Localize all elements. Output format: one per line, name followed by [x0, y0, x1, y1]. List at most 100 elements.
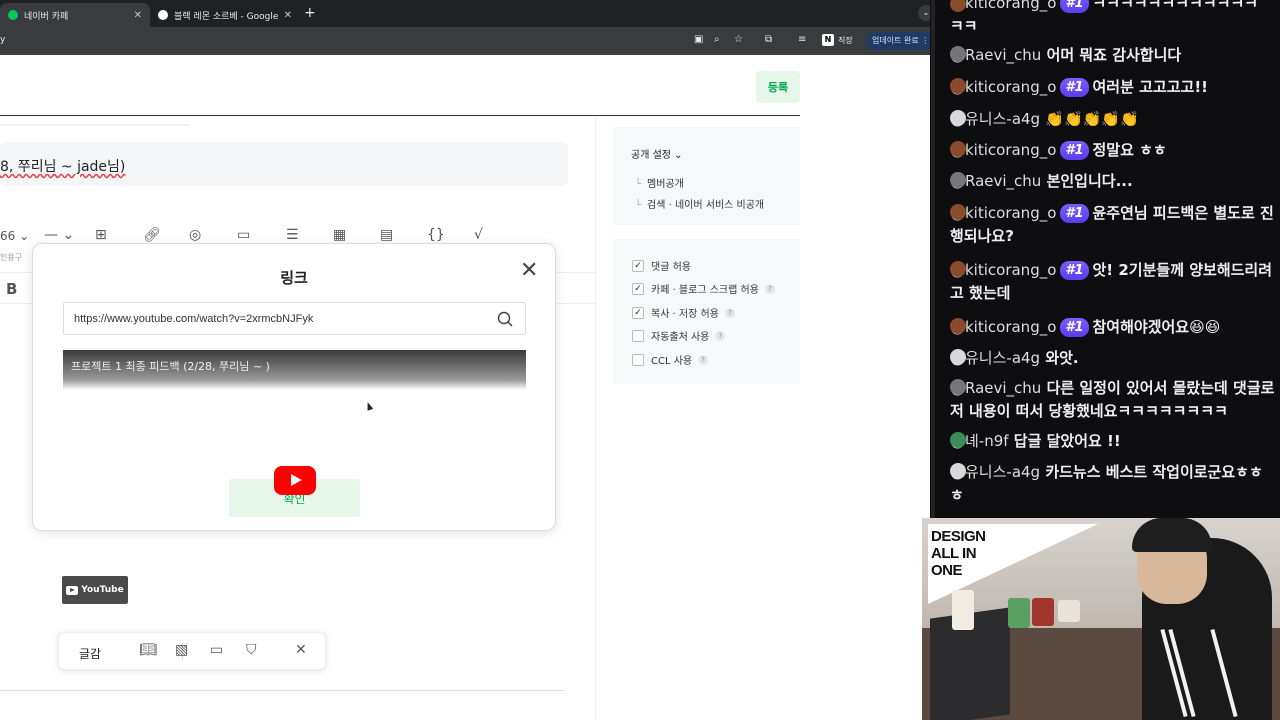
tab-google-search[interactable]: 블랙 레몬 소르베 - Google 검색 ✕ — [150, 3, 300, 27]
visibility-panel: 공개 설정 ⌄ └ 멤버공개 └ 검색 · 네이버 서비스 비공개 — [613, 127, 800, 225]
google-favicon-icon — [158, 10, 168, 20]
chat-text: 와앗. — [1045, 349, 1079, 367]
ticket-icon[interactable]: ▭ — [210, 642, 223, 658]
content-divider — [0, 690, 565, 691]
book-icon[interactable]: 📖︎ — [139, 642, 157, 658]
board-select-divider — [0, 124, 190, 126]
member-badge: #1 — [1060, 261, 1089, 280]
visibility-option[interactable]: └ 멤버공개 — [635, 175, 684, 190]
movie-icon[interactable]: ▧ — [175, 642, 188, 658]
bold-button[interactable]: B — [6, 280, 17, 298]
checkbox-icon[interactable]: ✓ — [632, 282, 644, 295]
close-icon[interactable]: ✕ — [134, 10, 142, 21]
code-icon[interactable]: {} — [427, 227, 445, 243]
profile-button[interactable]: N 직장 — [822, 34, 853, 46]
checkbox-ccl[interactable]: CCL 사용 ? — [632, 352, 709, 367]
chat-message: @kiticorang_o #1 여러분 고고고고!! — [950, 76, 1275, 99]
member-badge: #1 — [1060, 78, 1089, 97]
font-size-value: 66 — [0, 229, 16, 243]
close-icon[interactable]: ✕ — [295, 642, 307, 658]
shopping-bag-icon[interactable]: ⛉ — [246, 642, 257, 658]
poster-text: DESIGN ALL IN ONE — [931, 528, 986, 579]
chat-message: @Raevi_chu 다른 일정이 있어서 몰랐는데 댓글로 저 내용이 떠서 … — [950, 377, 1275, 423]
visibility-title[interactable]: 공개 설정 ⌄ — [631, 146, 683, 161]
screenshot-icon[interactable]: ▣ — [694, 34, 703, 45]
help-icon[interactable]: ? — [764, 283, 775, 294]
url-input[interactable] — [63, 302, 526, 335]
chat-text: 본인입니다... — [1046, 172, 1133, 190]
webcam-cup — [952, 590, 974, 630]
checkbox-auto-source[interactable]: 자동출처 사용 ? — [632, 328, 726, 343]
chat-text: 👏👏👏👏👏 — [1045, 110, 1139, 128]
table-icon[interactable]: ▤ — [380, 227, 393, 243]
checkbox-icon[interactable] — [632, 353, 644, 366]
webcam-bottle — [1008, 598, 1030, 628]
address-bar[interactable]: y — [0, 35, 5, 45]
checkbox-label: 댓글 허용 — [651, 262, 691, 273]
checkbox-label: 카페 · 블로그 스크랩 허용 — [651, 285, 759, 296]
update-label: 업데이트 완료 — [872, 36, 919, 45]
tab-naver-cafe[interactable]: 네이버 카페 ✕ — [0, 3, 150, 27]
image-icon[interactable]: ▭ — [237, 227, 250, 243]
chat-message: @kiticorang_o #1 윤주연님 피드백은 별도로 진행되나요? — [950, 202, 1275, 248]
chat-user: @kiticorang_o — [950, 204, 1057, 222]
checkbox-icon[interactable] — [632, 329, 644, 342]
font-size-select[interactable]: 66 ⌄ — [0, 229, 29, 243]
dialog-title: 링크 — [280, 269, 308, 287]
close-icon[interactable]: ✕ — [284, 10, 292, 21]
profile-icon: N — [822, 34, 834, 46]
close-icon[interactable]: ✕ — [520, 260, 538, 282]
title-input[interactable]: 8, 쭈리님 ~ jade님) — [0, 142, 568, 186]
help-icon[interactable]: ? — [715, 330, 726, 341]
checkbox-icon[interactable]: ✓ — [632, 306, 644, 319]
extensions-icon[interactable]: ⧉ — [765, 34, 772, 45]
help-icon[interactable]: ? — [698, 354, 709, 365]
profile-label: 직장 — [838, 35, 853, 45]
align-icon[interactable]: ☰ — [286, 227, 299, 243]
material-button[interactable]: 글감 — [79, 645, 101, 662]
visibility-option-label: 멤버공개 — [647, 179, 684, 190]
chat-text: 어머 뭐죠 감사합니다 — [1046, 46, 1182, 64]
youtube-button[interactable]: YouTube — [62, 576, 128, 604]
chat-scrollbar[interactable] — [931, 0, 935, 518]
browser-window: 네이버 카페 ✕ 블랙 레몬 소르베 - Google 검색 ✕ + ⌄ y ▣… — [0, 0, 930, 720]
quote-label: 인용구 — [0, 253, 23, 262]
floating-insert-bar: 글감 📖︎ ▧ ▭ ⛉ ✕ — [58, 632, 326, 670]
column-divider — [595, 116, 596, 720]
chat-user: @kiticorang_o — [950, 318, 1057, 336]
visibility-option[interactable]: └ 검색 · 네이버 서비스 비공개 — [635, 196, 764, 211]
place-icon[interactable]: ◎ — [189, 227, 201, 243]
search-icon[interactable] — [496, 310, 514, 328]
member-badge: #1 — [1060, 141, 1089, 160]
chat-user: @kiticorang_o — [950, 0, 1057, 12]
visibility-option-label: 검색 · 네이버 서비스 비공개 — [647, 200, 765, 211]
register-button[interactable]: 등록 — [756, 71, 800, 103]
update-button[interactable]: 업데이트 완료 ⋮ — [866, 32, 930, 50]
member-badge: #1 — [1060, 204, 1089, 223]
member-badge: #1 — [1060, 0, 1089, 13]
webcam-hat — [1132, 518, 1212, 552]
help-icon[interactable]: ? — [724, 307, 735, 318]
webcam-mug — [1058, 600, 1080, 622]
link-icon[interactable]: 🔗︎ — [143, 227, 161, 243]
calendar-icon[interactable]: ▦ — [333, 227, 346, 243]
avatar — [950, 349, 966, 365]
chat-text: 답글 달았어요 !! — [1013, 432, 1121, 450]
bookmark-star-icon[interactable]: ☆ — [734, 34, 743, 45]
visibility-title-label: 공개 설정 — [631, 150, 671, 161]
chat-text: 정말요 ㅎㅎ — [1092, 141, 1167, 159]
formula-icon[interactable]: √ — [474, 227, 483, 243]
checkbox-copy[interactable]: ✓ 복사 · 저장 허용 ? — [632, 305, 735, 320]
add-file-icon[interactable]: ⊞ — [95, 227, 107, 243]
reading-list-icon[interactable]: ≡ — [798, 34, 806, 45]
new-tab-button[interactable]: + — [304, 5, 316, 21]
browser-toolbar: y ▣ ⌕ ☆ ⧉ ≡ N 직장 업데이트 완료 ⋮ — [0, 27, 930, 55]
divider-line-icon[interactable]: — ⌄ — [44, 227, 74, 243]
checkbox-icon[interactable]: ✓ — [632, 259, 644, 272]
chevron-down-icon[interactable]: ⌄ — [918, 5, 930, 21]
checkbox-label: 자동출처 사용 — [651, 332, 710, 343]
zoom-icon[interactable]: ⌕ — [714, 34, 720, 45]
checkbox-comments[interactable]: ✓ 댓글 허용 — [632, 258, 691, 273]
checkbox-scrap[interactable]: ✓ 카페 · 블로그 스크랩 허용 ? — [632, 281, 775, 296]
naver-cafe-favicon-icon — [8, 10, 18, 20]
